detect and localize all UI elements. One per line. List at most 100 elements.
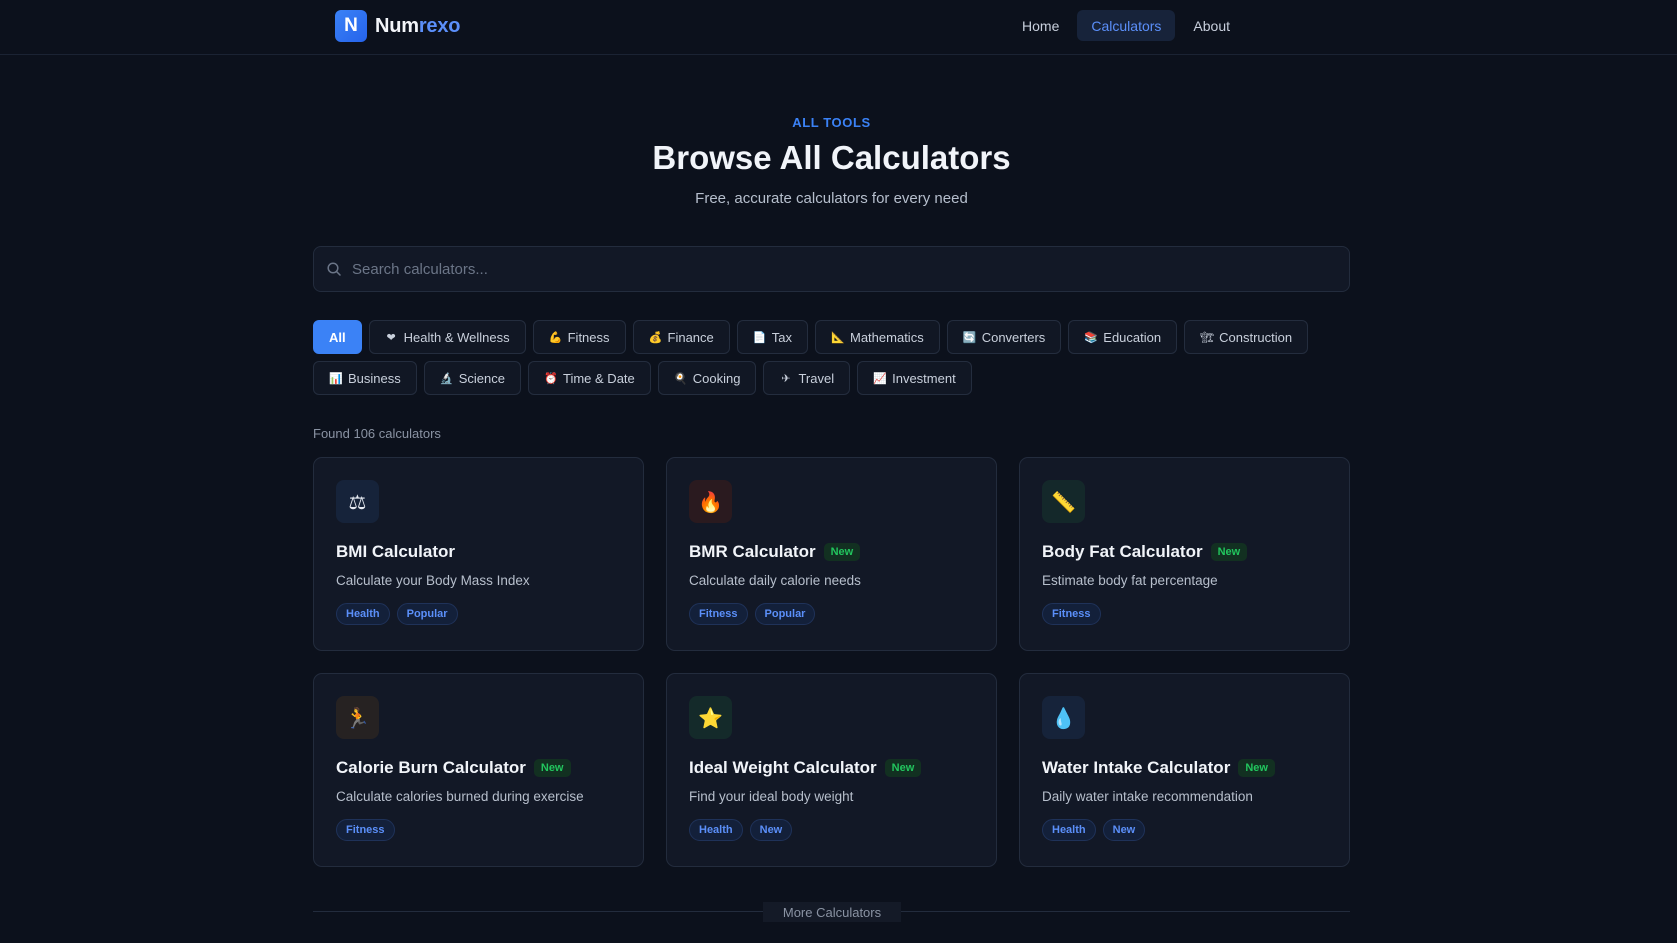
finance-icon: 💰: [648, 330, 663, 344]
category-chip-label: Mathematics: [850, 329, 924, 345]
more-calculators-label: More Calculators: [763, 902, 901, 922]
card-tags: Health New: [689, 819, 974, 841]
search-bar: [313, 246, 1350, 292]
search-icon: [327, 262, 341, 276]
category-chip-label: Investment: [892, 370, 956, 386]
health-and-wellness-icon: ❤: [386, 330, 396, 344]
card-description: Calculate your Body Mass Index: [336, 573, 530, 588]
category-chip-science[interactable]: 🔬 Science: [423, 361, 521, 395]
card-tags: Fitness: [336, 819, 621, 841]
tag-popular: Popular: [754, 603, 816, 625]
category-chip-label: Fitness: [567, 329, 610, 345]
runner-icon: 🏃: [336, 696, 379, 739]
card-title: BMR Calculator: [689, 542, 816, 561]
new-badge: New: [1238, 759, 1275, 777]
category-chip-label: Cooking: [692, 370, 741, 386]
card-title: Ideal Weight Calculator: [689, 758, 877, 777]
section-eyebrow: ALL TOOLS: [792, 115, 871, 130]
category-chip-finance[interactable]: 💰 Finance: [632, 320, 730, 354]
droplet-icon: 💧: [1042, 696, 1085, 739]
category-chip-label: Converters: [981, 329, 1046, 345]
search-input[interactable]: [352, 260, 1312, 278]
card-title-row: BMI Calculator: [336, 542, 621, 562]
category-chip-business[interactable]: 📊 Business: [313, 361, 417, 395]
education-icon: 📚: [1084, 330, 1098, 344]
calculator-card-water-intake-calculator[interactable]: 💧 Water Intake Calculator New Daily water i…: [1019, 673, 1350, 867]
calculator-grid: ⚖ BMI Calculator Calculate your Body Mass …: [313, 457, 1350, 867]
calculator-card-body-fat-calculator[interactable]: 📏 Body Fat Calculator New Estimate body fat…: [1019, 457, 1350, 651]
new-badge: New: [823, 543, 861, 561]
tag-fitness: Fitness: [1042, 603, 1101, 625]
card-tags: Fitness: [1042, 603, 1327, 625]
tag-health: Health: [689, 819, 743, 841]
category-chip-label: Tax: [771, 329, 792, 345]
brand-name: Numrexo: [375, 14, 461, 37]
card-tags: Health Popular: [336, 603, 621, 625]
card-title: Calorie Burn Calculator: [336, 758, 526, 777]
card-description: Daily water intake recommendation: [1042, 789, 1253, 804]
category-chip-mathematics[interactable]: 📐 Mathematics: [815, 320, 940, 354]
star-icon: ⭐: [689, 696, 732, 739]
travel-icon: ✈: [781, 371, 791, 385]
science-icon: 🔬: [439, 371, 454, 385]
nav-about[interactable]: About: [1179, 10, 1244, 41]
top-navbar: N Numrexo Home Calculators About: [0, 0, 1677, 55]
main-nav: Home Calculators About: [1008, 10, 1244, 41]
calculator-card-bmi-calculator[interactable]: ⚖ BMI Calculator Calculate your Body Mass …: [313, 457, 644, 651]
card-description: Estimate body fat percentage: [1042, 573, 1218, 588]
category-chip-cooking[interactable]: 🍳 Cooking: [657, 361, 757, 395]
nav-calculators[interactable]: Calculators: [1077, 10, 1176, 41]
card-description: Calculate calories burned during exercis…: [336, 789, 584, 804]
category-chip-label: Time & Date: [563, 370, 635, 386]
fitness-icon: 💪: [548, 330, 563, 344]
category-chip-tax[interactable]: 📄 Tax: [736, 320, 808, 354]
category-chip-label: Travel: [798, 370, 835, 386]
category-chip-health-and-wellness[interactable]: ❤ Health & Wellness: [368, 320, 526, 354]
calculator-card-calorie-burn-calculator[interactable]: 🏃 Calorie Burn Calculator New Calculate cal…: [313, 673, 644, 867]
card-description: Find your ideal body weight: [689, 789, 854, 804]
brand-logo[interactable]: N Numrexo: [335, 10, 460, 42]
tag-health: Health: [336, 603, 390, 625]
page-title: Browse All Calculators: [652, 139, 1011, 176]
card-tags: Health New: [1042, 819, 1327, 841]
category-chip-travel[interactable]: ✈ Travel: [763, 361, 851, 395]
ruler-icon: 📏: [1042, 480, 1085, 523]
fire-icon: 🔥: [689, 480, 732, 523]
category-chip-all[interactable]: All: [313, 320, 362, 354]
card-tags: Fitness Popular: [689, 603, 974, 625]
mathematics-icon: 📐: [831, 330, 845, 344]
scale-icon: ⚖: [336, 480, 379, 523]
card-title-row: Water Intake Calculator New: [1042, 758, 1327, 778]
tag-fitness: Fitness: [336, 819, 395, 841]
category-chip-label: All: [329, 329, 346, 345]
category-chip-label: Construction: [1219, 329, 1293, 345]
calculator-card-ideal-weight-calculator[interactable]: ⭐ Ideal Weight Calculator New Find your ide…: [666, 673, 997, 867]
cooking-icon: 🍳: [673, 371, 688, 385]
card-title-row: Calorie Burn Calculator New: [336, 758, 621, 778]
card-description: Calculate daily calorie needs: [689, 573, 861, 588]
category-chip-label: Health & Wellness: [403, 329, 510, 345]
category-chip-converters[interactable]: 🔄 Converters: [946, 320, 1062, 354]
card-title-row: BMR Calculator New: [689, 542, 974, 562]
new-badge: New: [884, 759, 922, 777]
category-chip-education[interactable]: 📚 Education: [1068, 320, 1178, 354]
page-subtitle: Free, accurate calculators for every nee…: [695, 190, 968, 207]
nav-home[interactable]: Home: [1008, 10, 1073, 41]
category-chip-label: Science: [458, 370, 505, 386]
calculator-card-bmr-calculator[interactable]: 🔥 BMR Calculator New Calculate daily calori…: [666, 457, 997, 651]
new-badge: New: [533, 759, 571, 777]
category-chip-investment[interactable]: 📈 Investment: [857, 361, 972, 395]
card-title-row: Ideal Weight Calculator New: [689, 758, 974, 778]
tag-health: Health: [1042, 819, 1096, 841]
tax-icon: 📄: [752, 330, 767, 344]
tag-popular: Popular: [396, 603, 458, 625]
category-chip-time-and-date[interactable]: ⏰ Time & Date: [528, 361, 651, 395]
construction-icon: 🏗: [1200, 330, 1215, 344]
converters-icon: 🔄: [962, 330, 977, 344]
category-chip-construction[interactable]: 🏗 Construction: [1184, 320, 1309, 354]
time-and-date-icon: ⏰: [544, 371, 558, 385]
category-chip-label: Business: [348, 370, 401, 386]
card-title: Water Intake Calculator: [1042, 758, 1231, 777]
category-chip-fitness[interactable]: 💪 Fitness: [532, 320, 626, 354]
category-chip-label: Education: [1103, 329, 1162, 345]
